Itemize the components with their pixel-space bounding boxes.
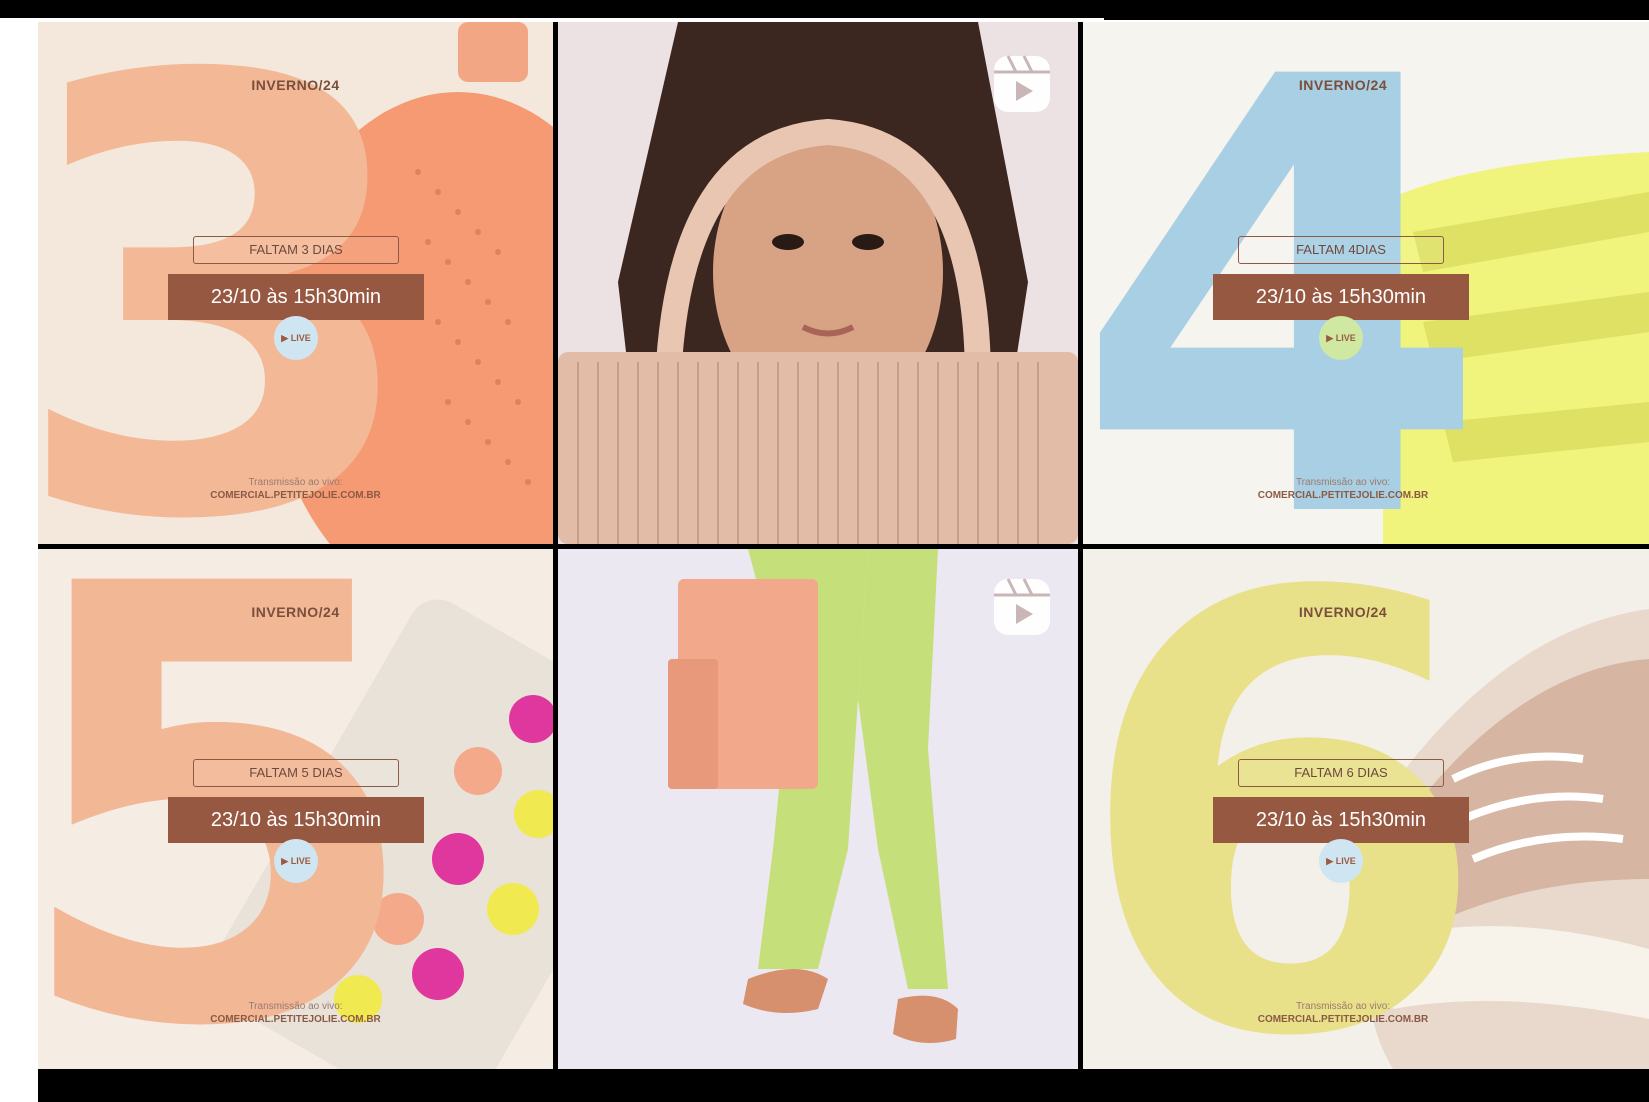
countdown-label: FALTAM 5 DIAS <box>193 759 399 787</box>
live-date: 23/10 às 15h30min <box>168 274 424 320</box>
footer-caption: Transmissão ao vivo: <box>1295 477 1391 488</box>
live-badge: ▶ LIVE <box>1319 316 1363 360</box>
post-tile-3-days[interactable]: 3 INVERNO/24 FALTAM 3 DIAS 23/10 às 15h3… <box>38 22 553 544</box>
footer-caption: Transmissão ao vivo: <box>1295 1001 1391 1012</box>
reel-icon <box>994 578 1050 635</box>
top-border <box>0 0 1104 18</box>
live-date: 23/10 às 15h30min <box>168 797 424 843</box>
footer-caption: Transmissão ao vivo: <box>248 477 343 488</box>
footer-website: COMERCIAL.PETITEJOLIE.COM.BR <box>1257 1014 1429 1025</box>
season-label: INVERNO/24 <box>1298 604 1388 620</box>
countdown-label: FALTAM 4DIAS <box>1238 236 1444 264</box>
season-label: INVERNO/24 <box>251 604 340 620</box>
post-grid: 3 INVERNO/24 FALTAM 3 DIAS 23/10 às 15h3… <box>38 22 1649 1102</box>
live-badge: ▶ LIVE <box>274 839 318 883</box>
season-label: INVERNO/24 <box>1298 77 1388 93</box>
post-tile-5-days[interactable]: 5 INVERNO/24 FALTAM 5 DIAS 23/10 às 15h3… <box>38 549 553 1069</box>
footer-caption: Transmissão ao vivo: <box>248 1001 343 1012</box>
live-date: 23/10 às 15h30min <box>1213 797 1469 843</box>
countdown-label: FALTAM 6 DIAS <box>1238 759 1444 787</box>
post-tile-6-days[interactable]: 6 INVERNO/24 FALTAM 6 DIAS 23/10 às 15h3… <box>1083 549 1649 1069</box>
footer-website: COMERCIAL.PETITEJOLIE.COM.BR <box>210 490 381 501</box>
live-date: 23/10 às 15h30min <box>1213 274 1469 320</box>
top-right-border <box>1104 0 1649 20</box>
countdown-label: FALTAM 3 DIAS <box>193 236 399 264</box>
season-label: INVERNO/24 <box>251 77 340 93</box>
live-badge: ▶ LIVE <box>1319 839 1363 883</box>
reel-icon <box>994 55 1050 112</box>
post-tile-4-days[interactable]: 4 INVERNO/24 FALTAM 4DIAS 23/10 às 15h30… <box>1083 22 1649 544</box>
footer-website: COMERCIAL.PETITEJOLIE.COM.BR <box>210 1014 381 1025</box>
footer-website: COMERCIAL.PETITEJOLIE.COM.BR <box>1257 490 1429 501</box>
live-badge: ▶ LIVE <box>274 316 318 360</box>
reel-tile-handbag[interactable] <box>558 22 1078 544</box>
reel-tile-sandals[interactable] <box>558 549 1078 1069</box>
